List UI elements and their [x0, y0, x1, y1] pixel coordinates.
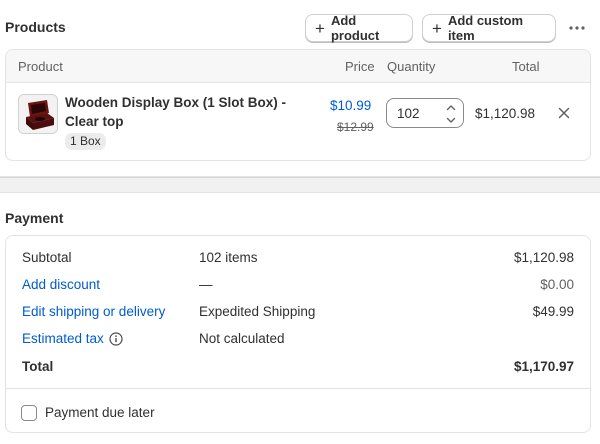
shipping-detail: Expedited Shipping	[199, 304, 316, 319]
subtotal-detail: 102 items	[199, 250, 258, 265]
subtotal-amount: $1,120.98	[513, 250, 574, 265]
chevron-down-icon[interactable]	[446, 114, 456, 125]
products-table-header: Product Price Quantity Total	[6, 50, 590, 83]
total-amount: $1,170.97	[513, 359, 574, 374]
payment-divider	[6, 388, 590, 389]
product-original-price: $12.99	[337, 120, 374, 134]
payment-heading: Payment	[5, 210, 64, 226]
products-card: Products + Add product + Add custom item…	[0, 0, 600, 177]
column-header-price: Price	[345, 59, 375, 74]
line-item-total: $1,120.98	[475, 106, 536, 121]
quantity-input[interactable]	[387, 99, 443, 127]
close-icon[interactable]	[557, 106, 571, 120]
add-custom-item-button[interactable]: + Add custom item	[422, 13, 556, 43]
subtotal-row: Subtotal 102 items $1,120.98	[6, 250, 590, 270]
discount-amount: $0.00	[540, 277, 574, 292]
estimated-tax-label[interactable]: Estimated tax	[22, 331, 104, 346]
tax-row: Estimated tax Not calculated	[6, 331, 590, 351]
variant-badge: 1 Box	[65, 133, 106, 150]
add-product-label: Add product	[330, 13, 380, 43]
product-price[interactable]: $10.99	[330, 98, 371, 113]
discount-detail: —	[199, 277, 213, 292]
add-discount-link[interactable]: Add discount	[22, 277, 100, 292]
edit-shipping-link[interactable]: Edit shipping or delivery	[22, 304, 165, 319]
add-product-button[interactable]: + Add product	[305, 13, 413, 43]
product-name[interactable]: Wooden Display Box (1 Slot Box) - Clear …	[65, 93, 315, 131]
discount-row: Add discount — $0.00	[6, 277, 590, 297]
products-heading: Products	[5, 19, 66, 35]
plus-icon: +	[432, 18, 442, 38]
plus-icon: +	[315, 18, 325, 38]
products-table: Product Price Quantity Total Wooden Disp…	[5, 49, 591, 161]
quantity-stepper-arrows[interactable]	[443, 101, 459, 125]
payment-due-later-label[interactable]: Payment due later	[45, 405, 155, 420]
subtotal-label: Subtotal	[22, 250, 72, 265]
column-header-product: Product	[18, 59, 63, 74]
payment-due-later-checkbox[interactable]	[21, 405, 37, 421]
quantity-stepper[interactable]	[386, 98, 464, 128]
more-horizontal-icon[interactable]	[566, 18, 588, 38]
total-row: Total $1,170.97	[6, 359, 590, 379]
product-thumbnail[interactable]	[18, 94, 58, 134]
column-header-quantity: Quantity	[387, 59, 436, 74]
chevron-up-icon[interactable]	[446, 101, 456, 112]
info-icon[interactable]	[109, 332, 123, 349]
shipping-amount: $49.99	[532, 304, 574, 319]
tax-detail: Not calculated	[199, 331, 285, 346]
column-header-total: Total	[512, 59, 540, 74]
total-label: Total	[22, 359, 54, 374]
add-custom-item-label: Add custom item	[447, 13, 524, 43]
shipping-row: Edit shipping or delivery Expedited Ship…	[6, 304, 590, 324]
payment-summary: Subtotal 102 items $1,120.98 Add discoun…	[5, 235, 591, 433]
estimated-tax-link[interactable]: Estimated tax	[22, 331, 123, 349]
